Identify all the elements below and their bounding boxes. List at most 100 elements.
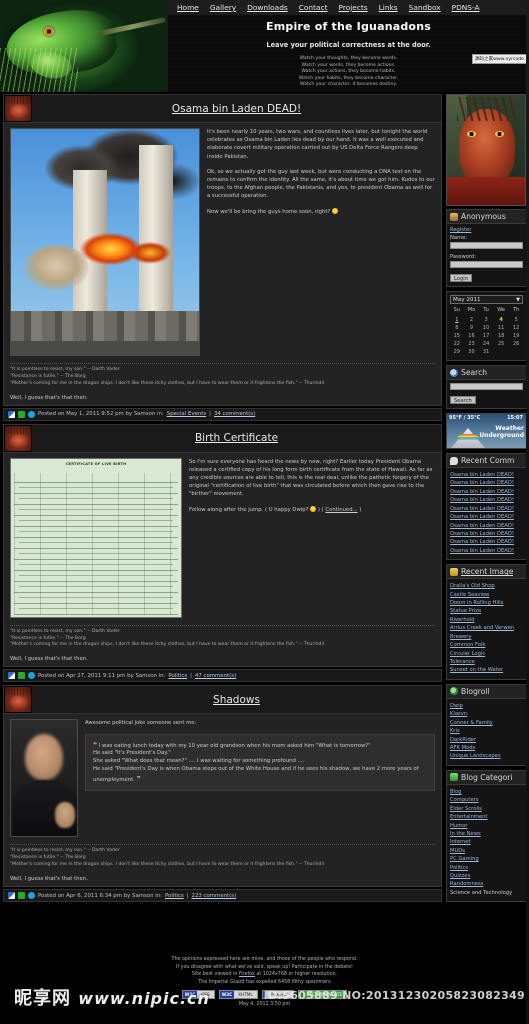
recent-image-item[interactable]: Brewery	[450, 633, 523, 641]
post-header: Osama bin Laden DEAD!	[3, 94, 442, 123]
delicious-share-icon[interactable]	[8, 672, 15, 680]
nav-item-downloads[interactable]: Downloads	[247, 3, 288, 12]
login-button[interactable]: Login	[450, 274, 472, 282]
blog-category-item[interactable]: Randomness	[450, 880, 523, 888]
search-button[interactable]: Search	[450, 396, 476, 404]
calendar-day: 29	[453, 349, 460, 355]
recent-image-item[interactable]: Riverhold	[450, 616, 523, 624]
recent-image-item[interactable]: Arrius Creek and Verwen	[450, 624, 523, 632]
recent-image-item[interactable]: Castle Seaview	[450, 591, 523, 599]
register-link[interactable]: Register	[450, 227, 471, 233]
blog-category-item[interactable]: In the News	[450, 830, 523, 838]
blog-category-item[interactable]: Entertainment	[450, 813, 523, 821]
delicious-share-icon[interactable]	[8, 892, 15, 900]
iguana-spines-shape	[0, 48, 78, 92]
blogroll-item[interactable]: Kris	[450, 727, 523, 735]
blog-category-item[interactable]: Politics	[450, 864, 523, 872]
recent-comment-item[interactable]: Osama bin Laden DEAD!	[450, 471, 523, 479]
search-widget-header: Search	[447, 366, 526, 380]
blogroll-item[interactable]: Conner & Family	[450, 719, 523, 727]
post-birth-certificate: Birth Certificate CERTIFICATE OF LIVE BI…	[3, 423, 442, 683]
blog-category-item[interactable]: Blog	[450, 788, 523, 796]
blogroll-item[interactable]: Unique Landscapes	[450, 752, 523, 760]
calendar-day: 12	[513, 325, 520, 331]
nav-item-contact[interactable]: Contact	[299, 3, 328, 12]
name-input[interactable]	[450, 242, 523, 249]
meta-separator: |	[186, 892, 189, 899]
recent-comment-item[interactable]: Osama bin Laden DEAD!	[450, 479, 523, 487]
blog-category-item[interactable]: Quizzes	[450, 872, 523, 880]
nav-item-pdns-admin[interactable]: PDNS-A	[452, 3, 480, 12]
calendar-day-link[interactable]: 1	[455, 317, 458, 323]
post-comments-link[interactable]: 223 comment(s)	[192, 893, 237, 899]
password-input[interactable]	[450, 261, 523, 268]
calendar-day-linked[interactable]: 1	[450, 316, 464, 324]
blog-categories-title: Blog Categori	[461, 772, 513, 782]
post-comments-link[interactable]: 34 comment(s)	[214, 411, 255, 417]
recent-image-item[interactable]: Dralla's Old Shop	[450, 582, 523, 590]
recent-comment-item[interactable]: Osama bin Laden DEAD!	[450, 530, 523, 538]
blog-category-item[interactable]: Computers	[450, 796, 523, 804]
blog-category-item[interactable]: MUDs	[450, 847, 523, 855]
post-title-link[interactable]: Shadows	[213, 694, 260, 706]
recent-comment-item[interactable]: Osama bin Laden DEAD!	[450, 496, 523, 504]
blog-category-item[interactable]: PC Gaming	[450, 855, 523, 863]
calendar-month-select[interactable]: May 2011 ▼	[450, 295, 523, 304]
calendar-day: 8	[455, 325, 459, 331]
stumbleupon-share-icon[interactable]	[28, 410, 35, 418]
birth-certificate-image[interactable]: CERTIFICATE OF LIVE BIRTH	[10, 457, 182, 618]
dragon-avatar-image[interactable]	[446, 94, 526, 206]
post-category-link[interactable]: Politics	[165, 893, 184, 899]
post-columns: CERTIFICATE OF LIVE BIRTH So I'm sure ev…	[10, 457, 435, 618]
recent-comment-item[interactable]: Osama bin Laden DEAD!	[450, 505, 523, 513]
main-navigation[interactable]: Home Gallery Downloads Contact Projects …	[168, 0, 529, 15]
obama-speaking-image[interactable]	[10, 719, 78, 838]
blogroll-item[interactable]: Dwip	[450, 702, 523, 710]
recent-image-item[interactable]: Common Folk	[450, 641, 523, 649]
weather-widget[interactable]: 95°F / 35°C 15:07 Weather Underground	[446, 413, 527, 449]
nav-item-projects[interactable]: Projects	[339, 3, 368, 12]
nav-item-gallery[interactable]: Gallery	[210, 3, 236, 12]
recent-image-item[interactable]: Statue Prize	[450, 607, 523, 615]
recent-comment-item[interactable]: Osama bin Laden DEAD!	[450, 522, 523, 530]
digg-share-icon[interactable]	[18, 672, 25, 680]
digg-share-icon[interactable]	[18, 410, 25, 418]
recent-image-item[interactable]: Tolerance	[450, 658, 523, 666]
stumbleupon-share-icon[interactable]	[28, 672, 35, 680]
nav-item-links[interactable]: Links	[379, 3, 398, 12]
post-category-link[interactable]: Politics	[168, 673, 187, 679]
signature-line: "It is pointless to resist, my son." -- …	[10, 628, 120, 634]
blogroll-item[interactable]: DarkRider	[450, 736, 523, 744]
search-input[interactable]	[450, 383, 523, 390]
calendar-day: 18	[497, 333, 505, 339]
blog-category-item[interactable]: Internet	[450, 838, 523, 846]
blog-category-item[interactable]: Science and Technology	[450, 889, 523, 897]
calendar-day: 19	[513, 333, 520, 339]
nav-item-home[interactable]: Home	[177, 3, 199, 12]
recent-comment-item[interactable]: Osama bin Laden DEAD!	[450, 488, 523, 496]
post-category-link[interactable]: Special Events	[167, 411, 206, 417]
recent-image-item[interactable]: Circular Logic	[450, 650, 523, 658]
twin-towers-explosion-image[interactable]	[10, 128, 200, 356]
stumbleupon-share-icon[interactable]	[28, 892, 35, 900]
post-comments-link[interactable]: 47 comment(s)	[195, 673, 236, 679]
blog-category-item[interactable]: Elder Scrolls	[450, 805, 523, 813]
recent-comment-item[interactable]: Osama bin Laden DEAD!	[450, 513, 523, 521]
blogroll-item[interactable]: Klasvn	[450, 710, 523, 718]
continued-link[interactable]: Continued...	[325, 507, 357, 513]
joke-blockquote: ❝ I was eating lunch today with my 10 ye…	[85, 733, 435, 792]
digg-share-icon[interactable]	[18, 892, 25, 900]
w3c-xhtml-badge[interactable]: W3C XHTML	[218, 989, 258, 999]
firefox-link[interactable]: Firefox	[239, 972, 255, 977]
recent-comment-item[interactable]: Osama bin Laden DEAD!	[450, 547, 523, 555]
recent-image-item[interactable]: Doom in Rolling Hills	[450, 599, 523, 607]
post-title-link[interactable]: Birth Certificate	[195, 432, 278, 444]
recent-image-item[interactable]: Sunset on the Water	[450, 666, 523, 674]
delicious-share-icon[interactable]	[8, 410, 15, 418]
dragon-eye-left-shape	[467, 131, 476, 137]
recent-comment-item[interactable]: Osama bin Laden DEAD!	[450, 538, 523, 546]
nav-item-sandbox[interactable]: Sandbox	[409, 3, 441, 12]
post-title-link[interactable]: Osama bin Laden DEAD!	[172, 103, 301, 115]
blog-category-item[interactable]: Humor	[450, 822, 523, 830]
blogroll-item[interactable]: AFK Mods	[450, 744, 523, 752]
